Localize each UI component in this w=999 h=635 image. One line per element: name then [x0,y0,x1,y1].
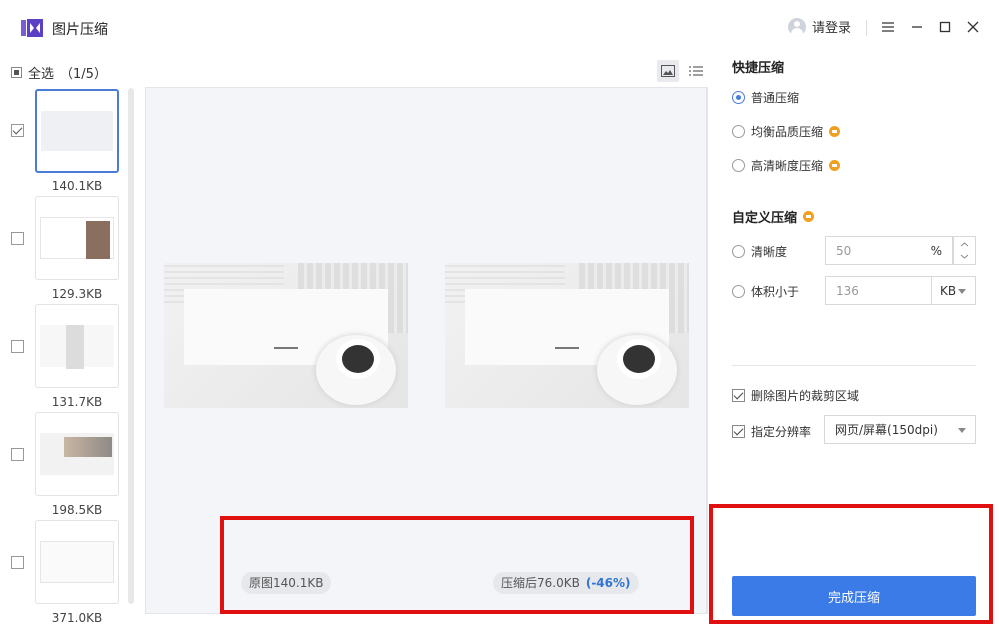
close-icon [967,21,979,33]
option-hd[interactable]: 高清晰度压缩 [732,157,841,174]
select-all-checkbox[interactable] [11,67,22,78]
chevron-down-icon [958,289,966,294]
thumbnail-image [40,541,114,583]
close-button[interactable] [961,14,985,40]
annotation-box-button [709,504,993,624]
item-checkbox-2[interactable] [11,232,24,245]
size-label: 体积小于 [751,285,800,299]
image-view-button[interactable] [657,60,679,82]
thumbnail-5[interactable] [35,520,119,604]
stepper-arrows-icon [960,242,969,259]
size-unit: KB [940,283,957,298]
vip-icon [829,126,841,137]
option-hd-label: 高清晰度压缩 [751,159,824,173]
thumbnail-photo [86,221,110,259]
maximize-icon [939,21,951,33]
resolution-value: 网页/屏幕(150dpi) [835,423,938,437]
title-separator [866,20,867,36]
item-checkbox-3[interactable] [11,340,24,353]
thumbnail-size: 129.3KB [51,287,103,301]
radio-size[interactable] [732,285,745,298]
avatar-icon [788,17,806,36]
thumbnail-size: 198.5KB [51,503,103,517]
clarity-value: 50 [836,243,852,258]
clarity-label: 清晰度 [751,245,788,259]
list-scrollbar[interactable] [128,88,134,604]
vip-icon [829,160,841,171]
option-balanced[interactable]: 均衡品质压缩 [732,123,841,140]
minimize-button[interactable] [905,14,929,40]
size-value: 136 [836,283,859,298]
list-icon [689,66,703,76]
list-view-button[interactable] [685,60,707,82]
select-all-label: 全选 [28,67,55,82]
option-normal-label: 普通压缩 [751,91,800,105]
thumbnail-4[interactable] [35,412,119,496]
thumbnail-size: 131.7KB [51,395,103,409]
remove-crop-label: 删除图片的裁剪区域 [751,389,860,403]
quick-compress-title: 快捷压缩 [732,61,785,76]
option-size[interactable]: 体积小于 [732,283,799,300]
login-label: 请登录 [812,21,852,36]
panel-divider [707,87,708,614]
thumbnail-3[interactable] [35,304,119,388]
thumbnail-photo [66,325,84,369]
thumbnail-1[interactable] [35,89,119,173]
clarity-input[interactable]: 50 % [825,236,953,265]
item-checkbox-4[interactable] [11,448,24,461]
radio-normal[interactable] [732,91,745,104]
app-logo-icon [21,19,43,37]
select-count: （1/5） [60,67,107,82]
maximize-button[interactable] [933,14,957,40]
radio-clarity[interactable] [732,245,745,258]
section-divider [732,365,976,366]
size-input[interactable]: 136 [825,276,932,305]
custom-compress-title: 自定义压缩 [732,211,798,226]
thumbnail-size: 371.0KB [51,611,103,623]
remove-crop-checkbox[interactable] [732,389,745,402]
item-checkbox-5[interactable] [11,556,24,569]
thumbnail-image [41,111,113,151]
option-balanced-label: 均衡品质压缩 [751,125,824,139]
original-preview-image [164,263,408,408]
option-clarity[interactable]: 清晰度 [732,243,787,260]
clarity-unit: % [930,243,942,258]
image-icon [661,65,675,77]
size-unit-select[interactable]: KB [931,276,976,305]
hamburger-icon [882,22,894,32]
thumbnail-2[interactable] [35,196,119,280]
radio-balanced[interactable] [732,125,745,138]
select-all[interactable]: 全选 （1/5） [11,63,107,82]
thumbnail-photo [64,437,112,457]
app-title: 图片压缩 [52,22,108,38]
thumbnail-size: 140.1KB [51,179,103,193]
resolution-select[interactable]: 网页/屏幕(150dpi) [824,415,976,444]
vip-icon [803,211,815,222]
item-checkbox-1[interactable] [11,124,24,137]
menu-button[interactable] [876,14,900,40]
resolution-option[interactable]: 指定分辨率 [732,423,811,440]
resolution-checkbox[interactable] [732,425,745,438]
remove-crop-option[interactable]: 删除图片的裁剪区域 [732,387,859,404]
option-normal[interactable]: 普通压缩 [732,89,799,106]
annotation-box-sizes [220,516,694,614]
login-button[interactable]: 请登录 [788,17,851,36]
compressed-preview-image [445,263,689,408]
resolution-label: 指定分辨率 [751,425,812,439]
clarity-stepper[interactable] [953,236,976,265]
chevron-down-icon [958,428,966,433]
minimize-icon [912,26,922,28]
radio-hd[interactable] [732,159,745,172]
custom-compress-header: 自定义压缩 [732,207,815,226]
